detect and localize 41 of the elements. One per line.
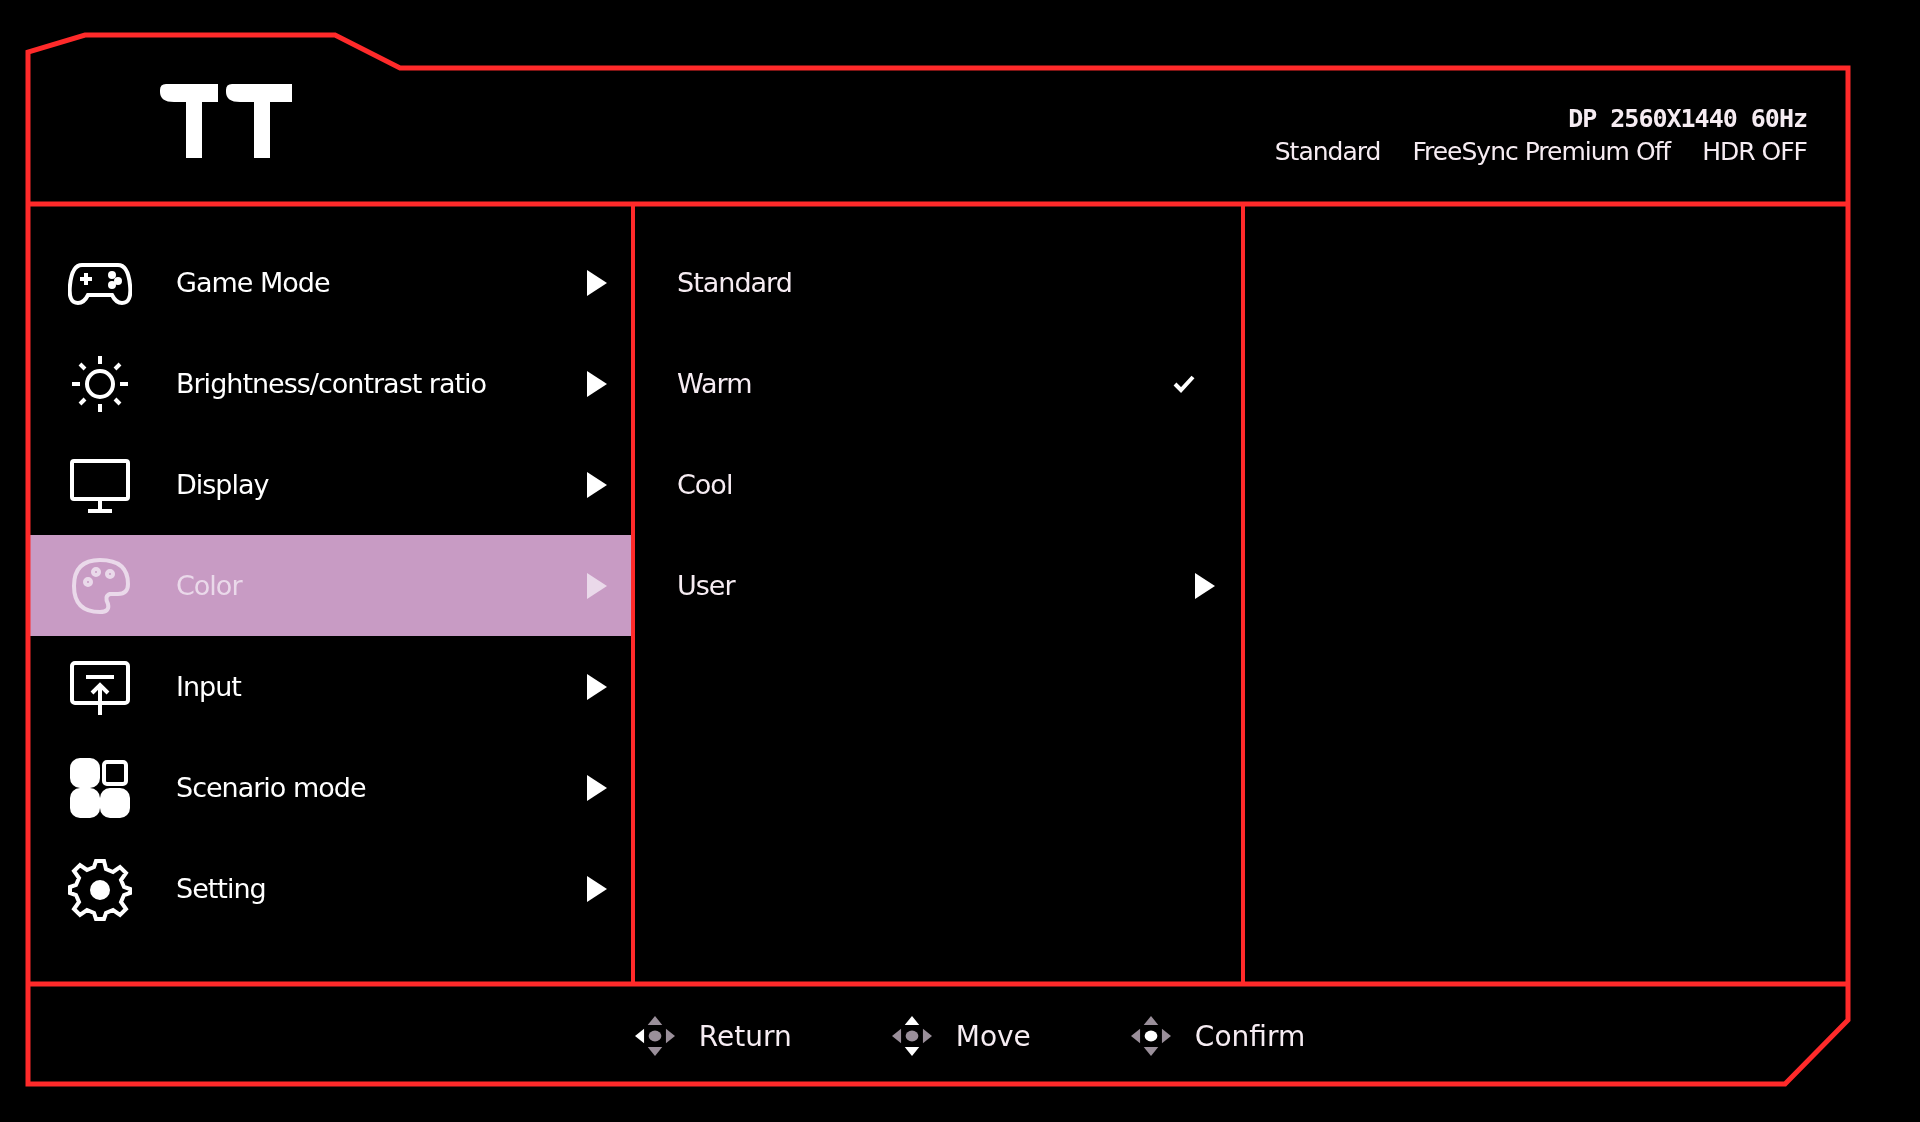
status-text: FreeSync Premium Off: [1412, 137, 1671, 166]
menu-label: Game Mode: [176, 267, 331, 298]
option-label: Cool: [677, 469, 734, 500]
option-item[interactable]: Standard: [635, 232, 1241, 333]
option-label: Standard: [677, 267, 793, 298]
menu-label: Display: [176, 469, 270, 500]
option-label: User: [677, 570, 737, 601]
option-item[interactable]: Cool: [635, 434, 1241, 535]
arrow-icon: [587, 269, 607, 296]
menu-label: Scenario mode: [176, 772, 367, 803]
menu-item[interactable]: Setting: [28, 838, 631, 939]
direction-pad-icon: [634, 1016, 675, 1056]
hint-label: Confirm: [1194, 1019, 1306, 1053]
status-text: Standard: [1274, 137, 1381, 166]
tiles-icon: [68, 755, 132, 820]
menu-label: Brightness/contrast ratio: [176, 368, 488, 399]
signal-info: DP 2560X1440 60Hz: [1568, 104, 1807, 133]
hint-label: Return: [698, 1019, 792, 1053]
direction-pad-icon: [1130, 1016, 1171, 1056]
menu-label: Setting: [176, 873, 267, 904]
menu-label: Input: [176, 671, 243, 702]
arrow-icon: [587, 572, 607, 599]
menu-item[interactable]: Brightness/contrast ratio: [28, 333, 631, 434]
option-item[interactable]: Warm: [635, 333, 1241, 434]
hint-label: Move: [955, 1019, 1031, 1053]
menu-item[interactable]: Game Mode: [28, 232, 631, 333]
logo-icon: [160, 84, 292, 158]
direction-pad-icon: [891, 1016, 932, 1056]
menu-item[interactable]: Scenario mode: [28, 737, 631, 838]
menu-item[interactable]: Input: [28, 636, 631, 737]
arrow-icon: [587, 673, 607, 700]
option-item[interactable]: User: [635, 535, 1241, 636]
menu-item[interactable]: Display: [28, 434, 631, 535]
menu-label: Color: [176, 570, 244, 601]
arrow-icon: [587, 370, 607, 397]
settings-icon: [68, 856, 132, 921]
arrow-icon: [587, 471, 607, 498]
status-text: HDR OFF: [1702, 137, 1807, 166]
option-label: Warm: [677, 368, 753, 399]
arrow-icon: [587, 774, 607, 801]
arrow-icon: [587, 875, 607, 902]
